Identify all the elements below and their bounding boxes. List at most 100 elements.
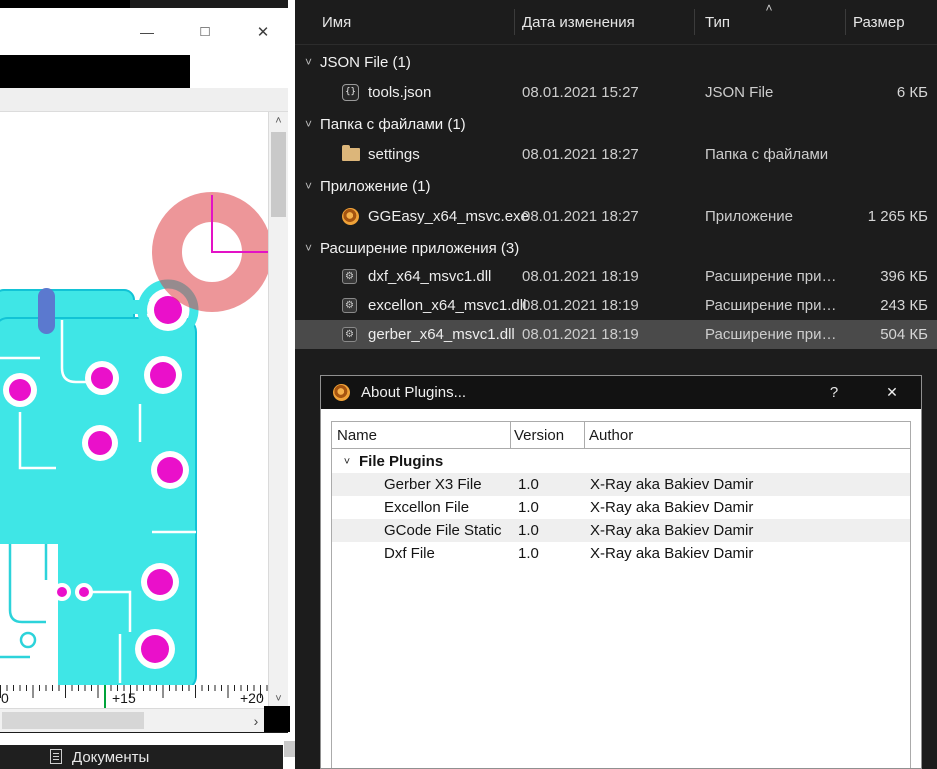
file-type: Расширение при… [705,326,837,343]
file-row-selected[interactable]: ⚙ gerber_x64_msvc1.dll 08.01.2021 18:19 … [295,320,937,349]
background-strip [190,55,288,88]
file-size: 1 265 КБ [867,207,928,225]
plugin-group-row[interactable]: ˅ File Plugins [332,450,910,473]
app-icon [342,200,359,232]
vertical-scrollbar[interactable]: ˄ ˅ [268,112,288,708]
pcb-window-toolbar [0,88,288,112]
folder-icon [342,138,360,170]
plugin-name: GCode File Static [384,522,502,539]
table-header-author[interactable]: Author [589,422,633,448]
group-header[interactable]: ˅ Приложение (1) [295,172,937,200]
vertical-scrollbar-thumb[interactable] [271,132,286,217]
horizontal-scrollbar-thumb[interactable] [2,712,144,729]
scroll-right-icon[interactable]: › [246,709,266,732]
screen: — □ ✕ ˄ ˅ 0 +15 +20 › Документы Имя Дата… [0,0,937,769]
column-separator[interactable] [694,9,695,35]
chevron-down-icon[interactable]: ˅ [301,234,316,262]
pcb-drawing [0,192,268,685]
scroll-up-icon[interactable]: ˄ [269,112,288,130]
plugins-table-header: Name Version Author [332,422,910,449]
table-header-version[interactable]: Version [514,422,564,448]
file-type: Расширение при… [705,297,837,314]
plugin-row[interactable]: GCode File Static 1.0 X-Ray aka Bakiev D… [332,519,910,542]
plugin-row[interactable]: Excellon File 1.0 X-Ray aka Bakiev Damir [332,496,910,519]
plugin-row[interactable]: Gerber X3 File 1.0 X-Ray aka Bakiev Dami… [332,473,910,496]
file-date: 08.01.2021 18:19 [522,326,639,343]
plugin-version: 1.0 [518,545,539,562]
background-strip [0,55,190,88]
file-size: 243 КБ [880,297,928,314]
file-row[interactable]: ⚙ dxf_x64_msvc1.dll 08.01.2021 18:19 Рас… [295,262,937,291]
file-date: 08.01.2021 15:27 [522,83,639,101]
maximize-button[interactable]: □ [185,8,225,55]
documents-panel-title: Документы [72,748,150,766]
pcb-canvas[interactable] [0,112,268,685]
dll-icon: ⚙ [342,320,357,349]
plugin-version: 1.0 [518,522,539,539]
file-type: JSON File [705,83,774,101]
file-name: excellon_x64_msvc1.dll [368,297,527,314]
resize-grip[interactable] [284,741,295,757]
file-date: 08.01.2021 18:19 [522,297,639,314]
about-plugins-dialog: About Plugins... ? ✕ Name Version Author… [320,375,922,769]
group-header[interactable]: ˅ JSON File (1) [295,48,937,76]
dialog-close-button[interactable]: ✕ [869,376,915,409]
file-date: 08.01.2021 18:27 [522,207,639,225]
file-name: settings [368,145,420,163]
dialog-title: About Plugins... [361,384,467,401]
file-type: Расширение при… [705,268,837,285]
plugin-row[interactable]: Dxf File 1.0 X-Ray aka Bakiev Damir [332,542,910,565]
file-row[interactable]: {} tools.json 08.01.2021 15:27 JSON File… [295,76,937,108]
plugin-author: X-Ray aka Bakiev Damir [590,522,754,539]
file-name: dxf_x64_msvc1.dll [368,268,492,285]
column-separator [584,422,585,449]
file-name: GGEasy_x64_msvc.exe [368,207,529,225]
document-icon [50,749,62,764]
group-label: Приложение (1) [320,177,431,195]
slot-pad [38,288,55,334]
group-header[interactable]: ˅ Папка с файлами (1) [295,110,937,138]
file-type: Приложение [705,207,793,225]
file-name: gerber_x64_msvc1.dll [368,326,515,343]
plugin-author: X-Ray aka Bakiev Damir [590,545,754,562]
chevron-down-icon[interactable]: ˅ [301,110,316,138]
scrollbar-corner [264,706,290,732]
column-header-size[interactable]: Размер [845,0,937,44]
chevron-down-icon[interactable]: ˅ [301,48,316,76]
column-separator[interactable] [845,9,846,35]
file-row[interactable]: GGEasy_x64_msvc.exe 08.01.2021 18:27 При… [295,200,937,232]
ruler: 0 +15 +20 [0,685,268,708]
plugin-group-label: File Plugins [359,453,444,470]
file-date: 08.01.2021 18:27 [522,145,639,163]
dialog-body: Name Version Author ˅ File Plugins Gerbe… [321,409,921,768]
column-separator [510,422,511,449]
column-separator[interactable] [514,9,515,35]
background-strip [0,0,130,8]
file-row[interactable]: ⚙ excellon_x64_msvc1.dll 08.01.2021 18:1… [295,291,937,320]
file-row[interactable]: settings 08.01.2021 18:27 Папка с файлам… [295,138,937,170]
pcb-window-titlebar[interactable]: — □ ✕ [0,8,288,55]
plugins-table: Name Version Author ˅ File Plugins Gerbe… [331,421,911,768]
column-header-name[interactable]: Имя [295,0,514,44]
routed-area [0,544,58,685]
column-header-date[interactable]: Дата изменения [514,0,694,44]
plugin-author: X-Ray aka Bakiev Damir [590,476,754,493]
sort-ascending-icon[interactable]: ˄ [755,0,783,16]
file-name: tools.json [368,83,432,101]
dialog-titlebar[interactable]: About Plugins... ? ✕ [321,376,921,409]
help-button[interactable]: ? [814,376,854,409]
table-header-name[interactable]: Name [337,422,377,448]
ruler-label: +20 [240,690,264,706]
file-size: 396 КБ [880,268,928,285]
minimize-button[interactable]: — [127,8,167,55]
file-size: 504 КБ [880,326,928,343]
plugin-name: Excellon File [384,499,470,516]
file-size: 6 КБ [896,83,928,101]
close-button[interactable]: ✕ [243,8,283,55]
horizontal-scrollbar[interactable]: › [0,708,268,732]
file-type: Папка с файлами [705,145,829,163]
documents-panel[interactable]: Документы [0,745,283,769]
chevron-down-icon[interactable]: ˅ [340,450,354,473]
chevron-down-icon[interactable]: ˅ [301,172,316,200]
group-header[interactable]: ˅ Расширение приложения (3) [295,234,937,262]
